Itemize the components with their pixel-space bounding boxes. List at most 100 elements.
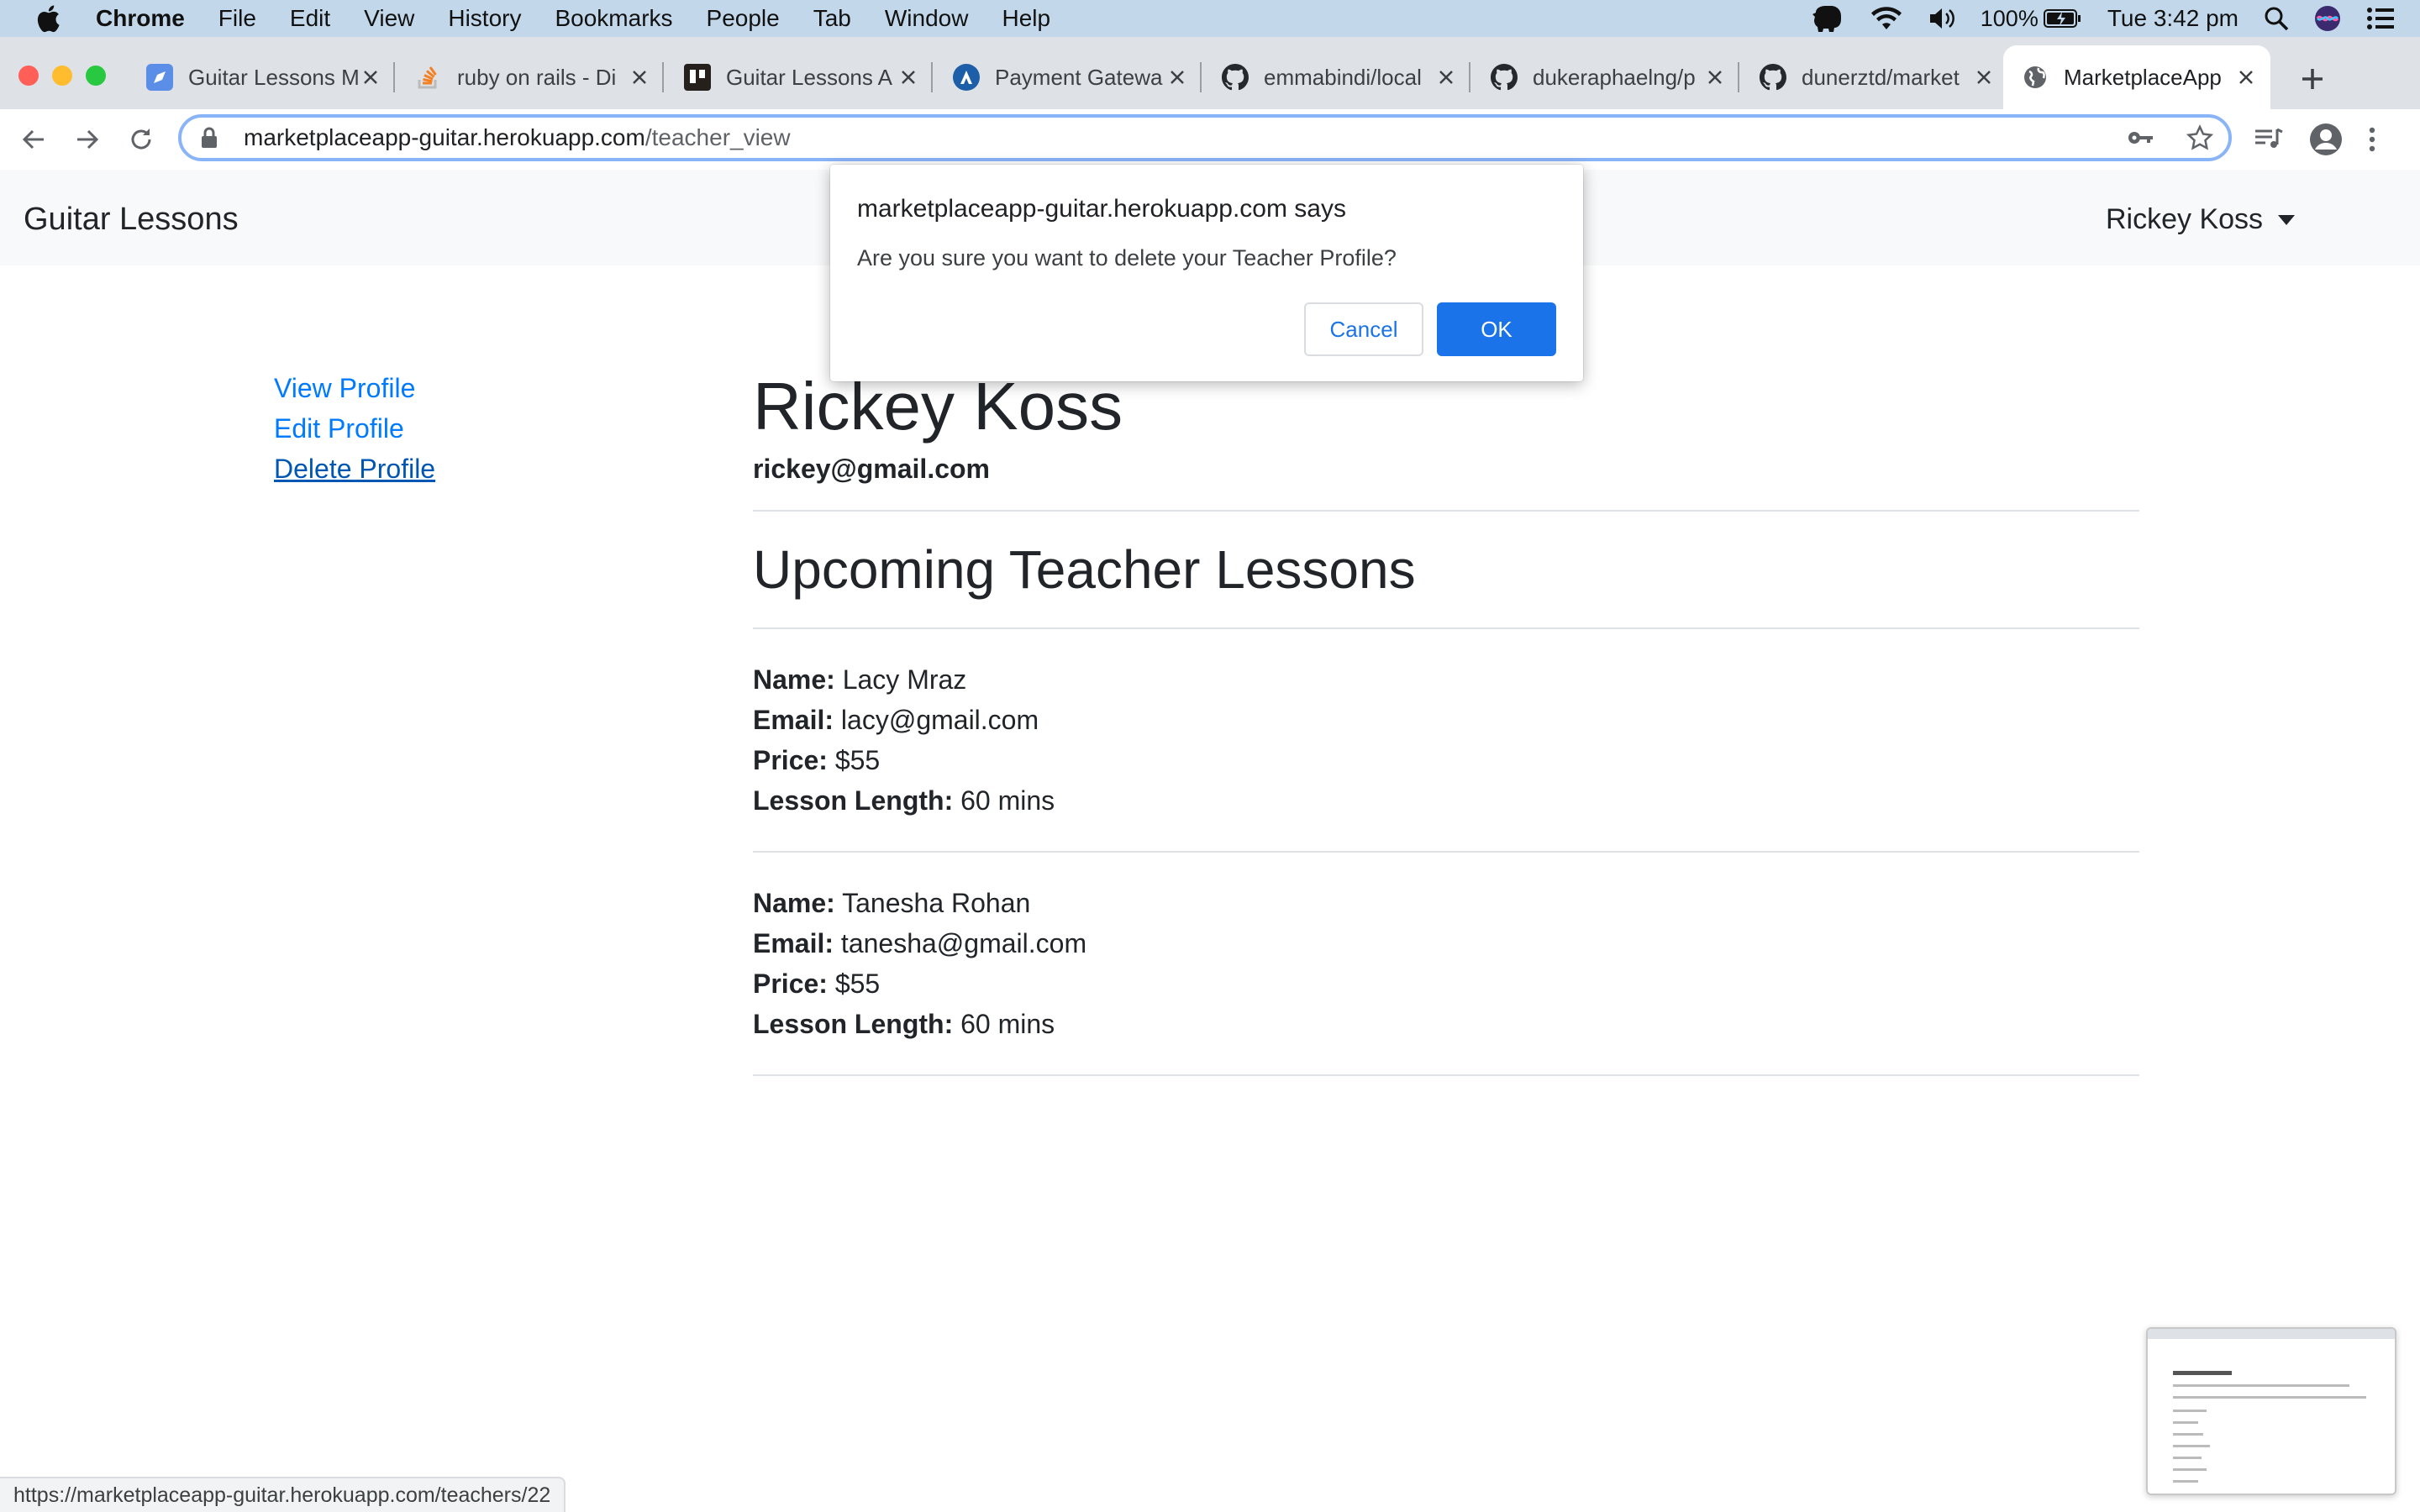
dialog-title: marketplaceapp-guitar.herokuapp.com says — [857, 195, 1346, 223]
divider — [753, 1074, 2139, 1076]
lesson-name-value: Lacy Mraz — [842, 664, 967, 695]
profile-sidebar: View Profile Edit Profile Delete Profile — [274, 368, 435, 489]
thumbnail-line — [2173, 1384, 2349, 1387]
wifi-icon[interactable] — [1870, 6, 1903, 31]
lesson-price-row: Price: $55 — [753, 740, 2139, 780]
lesson-email-row: Email: lacy@gmail.com — [753, 700, 2139, 740]
dialog-message: Are you sure you want to delete your Tea… — [857, 245, 1397, 270]
thumbnail-line — [2173, 1410, 2207, 1412]
lock-icon[interactable] — [200, 125, 222, 150]
menu-people[interactable]: People — [707, 5, 780, 32]
menu-history[interactable]: History — [448, 5, 521, 32]
site-brand[interactable]: Guitar Lessons — [24, 202, 239, 238]
key-password-icon[interactable] — [2128, 129, 2154, 146]
ok-button[interactable]: OK — [1437, 302, 1556, 356]
lesson-length-row: Lesson Length: 60 mins — [753, 1004, 2139, 1044]
browser-menu-kebab-icon[interactable] — [2368, 126, 2376, 153]
tab-close-icon[interactable] — [1702, 65, 1728, 90]
profile-avatar-icon[interactable] — [2309, 123, 2343, 156]
address-bar[interactable]: marketplaceapp-guitar.herokuapp.com/teac… — [178, 114, 2232, 161]
thumbnail-line — [2173, 1468, 2207, 1471]
browser-tab[interactable]: dunerztd/market — [1741, 45, 2008, 109]
lesson-card: Name: Tanesha Rohan Email: tanesha@gmail… — [753, 883, 2139, 1044]
apple-icon[interactable] — [34, 4, 62, 33]
reload-icon[interactable] — [124, 123, 158, 156]
bookmark-star-icon[interactable] — [2186, 124, 2213, 151]
browser-tab-strip: Guitar Lessons M ruby on rails - Di Guit… — [0, 37, 2420, 109]
minimize-window-icon[interactable] — [52, 66, 72, 86]
tab-close-icon[interactable] — [1165, 65, 1190, 90]
close-window-icon[interactable] — [18, 66, 39, 86]
screenshot-thumbnail[interactable] — [2146, 1327, 2396, 1495]
zoom-window-icon[interactable] — [86, 66, 106, 86]
back-arrow-icon[interactable] — [17, 123, 50, 156]
tab-title: Payment Gatewa — [995, 64, 1163, 90]
lesson-name-label: Name: — [753, 664, 835, 695]
url-host: marketplaceapp-guitar.herokuapp.com — [244, 124, 645, 150]
delete-profile-link[interactable]: Delete Profile — [274, 449, 435, 489]
tab-title: emmabindi/local — [1264, 64, 1422, 90]
tab-close-icon[interactable] — [1434, 65, 1459, 90]
menu-file[interactable]: File — [218, 5, 256, 32]
edit-profile-link[interactable]: Edit Profile — [274, 408, 435, 449]
lessons-heading: Upcoming Teacher Lessons — [753, 539, 1416, 600]
menu-bar-clock[interactable]: Tue 3:42 pm — [2107, 5, 2238, 32]
forward-arrow-icon[interactable] — [71, 123, 104, 156]
tab-separator — [662, 62, 664, 92]
volume-icon[interactable] — [1928, 6, 1955, 31]
new-tab-plus-icon[interactable] — [2296, 62, 2329, 96]
evernote-elephant-icon[interactable] — [1811, 4, 1844, 33]
lesson-length-value: 60 mins — [960, 1009, 1055, 1039]
menu-window[interactable]: Window — [885, 5, 969, 32]
spotlight-search-icon[interactable] — [2264, 6, 2289, 31]
lesson-price-row: Price: $55 — [753, 963, 2139, 1004]
tab-close-icon[interactable] — [2233, 65, 2259, 90]
browser-tab[interactable]: dukeraphaelng/p — [1472, 45, 1739, 109]
siri-icon[interactable] — [2314, 5, 2341, 32]
battery-status: 100% — [1981, 6, 2082, 32]
tab-close-icon[interactable] — [1971, 65, 1996, 90]
lesson-name-row: Name: Tanesha Rohan — [753, 883, 2139, 923]
browser-tab[interactable]: Payment Gatewa — [934, 45, 1202, 109]
browser-tab[interactable]: Guitar Lessons A — [666, 45, 933, 109]
cancel-button[interactable]: Cancel — [1304, 302, 1423, 356]
tab-close-icon[interactable] — [627, 65, 652, 90]
github-favicon-icon — [1222, 64, 1249, 91]
battery-percent: 100% — [1980, 5, 2039, 31]
globe-favicon-icon — [2022, 64, 2049, 91]
lesson-card: Name: Lacy Mraz Email: lacy@gmail.com Pr… — [753, 659, 2139, 821]
thumbnail-line — [2173, 1445, 2210, 1447]
browser-tab[interactable]: ruby on rails - Di — [397, 45, 664, 109]
profile-content: Rickey Koss rickey@gmail.com Upcoming Te… — [753, 368, 2139, 1076]
user-dropdown[interactable]: Rickey Koss — [2106, 203, 2296, 236]
tab-close-icon[interactable] — [896, 65, 921, 90]
menu-help[interactable]: Help — [1002, 5, 1050, 32]
lesson-length-value: 60 mins — [960, 785, 1055, 816]
menu-app-chrome[interactable]: Chrome — [96, 5, 185, 32]
notification-center-icon[interactable] — [2366, 7, 2395, 30]
lesson-email-label: Email: — [753, 705, 834, 735]
address-bar-url[interactable]: marketplaceapp-guitar.herokuapp.com/teac… — [244, 124, 791, 151]
tab-close-icon[interactable] — [358, 65, 383, 90]
lesson-length-row: Lesson Length: 60 mins — [753, 780, 2139, 821]
media-queue-icon[interactable] — [2254, 127, 2284, 152]
lesson-name-row: Name: Lacy Mraz — [753, 659, 2139, 700]
lesson-email-value: tanesha@gmail.com — [840, 928, 1087, 958]
browser-tab[interactable]: Guitar Lessons M — [128, 45, 395, 109]
menu-bookmarks[interactable]: Bookmarks — [555, 5, 672, 32]
browser-tab[interactable]: emmabindi/local — [1203, 45, 1470, 109]
guitar-lessons-favicon-icon — [146, 64, 173, 91]
menu-tab[interactable]: Tab — [813, 5, 851, 32]
thumbnail-line — [2173, 1457, 2202, 1459]
lesson-name-label: Name: — [753, 888, 835, 918]
lesson-length-label: Lesson Length: — [753, 785, 954, 816]
thumbnail-line — [2173, 1396, 2366, 1399]
browser-tab-active[interactable]: MarketplaceApp — [2003, 45, 2270, 109]
link-status-bar: https://marketplaceapp-guitar.herokuapp.… — [0, 1477, 566, 1512]
menu-edit[interactable]: Edit — [290, 5, 330, 32]
lesson-price-label: Price: — [753, 745, 828, 775]
menu-view[interactable]: View — [364, 5, 414, 32]
stackoverflow-favicon-icon — [415, 64, 442, 91]
tab-separator — [1469, 62, 1470, 92]
view-profile-link[interactable]: View Profile — [274, 368, 435, 408]
